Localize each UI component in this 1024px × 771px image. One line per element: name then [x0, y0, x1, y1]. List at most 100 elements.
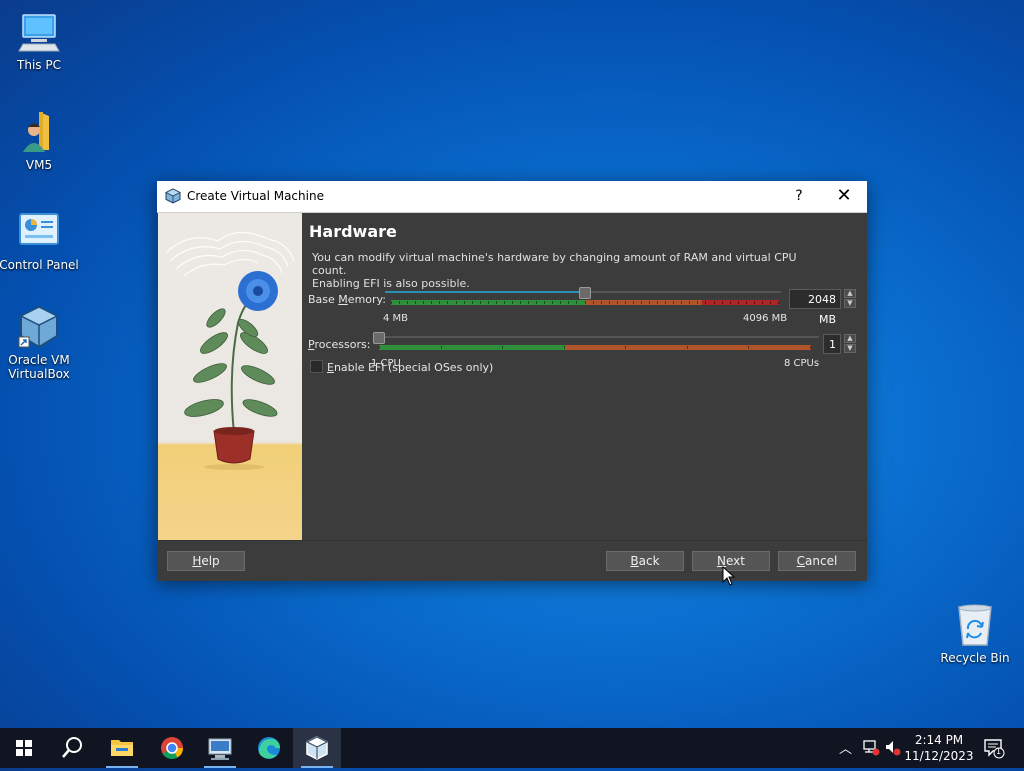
back-button[interactable]: Back [606, 551, 684, 571]
scale-tick [738, 301, 739, 304]
scale-tick [748, 346, 749, 349]
scale-tick [722, 301, 723, 304]
processors-slider-track[interactable] [373, 336, 819, 338]
computer-icon [17, 10, 61, 54]
recycle-bin-icon [953, 603, 997, 647]
scale-tick [439, 301, 440, 304]
scale-tick [810, 346, 811, 349]
dialog-titlebar[interactable]: Create Virtual Machine ? ✕ [157, 181, 867, 213]
enable-efi-checkbox[interactable] [310, 360, 323, 373]
processors-max-label: 8 CPUs [784, 358, 820, 369]
enable-efi-label[interactable]: Enable EFI (special OSes only) [327, 361, 493, 374]
scale-tick [778, 301, 779, 304]
scale-tick [705, 301, 706, 304]
scale-tick [512, 301, 513, 304]
taskbar-virtualbox[interactable] [293, 728, 341, 768]
notification-center-icon[interactable]: 1 [983, 737, 1005, 763]
flower-pot [213, 427, 255, 464]
scale-tick [593, 301, 594, 304]
scale-tick [609, 301, 610, 304]
scale-tick [625, 346, 626, 349]
desktop-icon-vm5[interactable]: VM5 [0, 110, 79, 172]
scale-tick [447, 301, 448, 304]
memory-slider-handle[interactable] [579, 287, 591, 299]
search-button[interactable] [48, 728, 96, 768]
clock-time: 2:14 PM [914, 733, 964, 747]
desktop-icon-control-panel[interactable]: Control Panel [0, 210, 79, 272]
scale-tick [657, 301, 658, 304]
scale-tick [697, 301, 698, 304]
memory-spin-arrows[interactable]: ▲ ▼ [844, 289, 856, 309]
scale-tick [488, 301, 489, 304]
scale-tick [407, 301, 408, 304]
desktop-icon-virtualbox[interactable]: Oracle VM VirtualBox [0, 305, 79, 381]
scale-tick [496, 301, 497, 304]
processors-slider-handle[interactable] [373, 332, 385, 344]
chevron-up-icon[interactable]: ︿ [839, 738, 852, 757]
scale-tick [472, 301, 473, 304]
wizard-illustration [158, 213, 302, 540]
scale-tick [714, 301, 715, 304]
scale-tick [649, 301, 650, 304]
memory-min-label: 4 MB [383, 313, 409, 324]
dialog-title: Create Virtual Machine [187, 189, 324, 203]
remote-desktop-icon [208, 738, 232, 760]
control-panel-icon [17, 210, 61, 254]
processors-scale-bar [379, 345, 811, 350]
scale-tick [544, 301, 545, 304]
chevron-down-icon[interactable]: ▼ [844, 344, 856, 353]
taskbar-edge[interactable] [245, 728, 293, 768]
desktop-icon-recycle-bin[interactable]: Recycle Bin [935, 603, 1015, 665]
memory-spinbox[interactable]: 2048 MB [789, 289, 841, 326]
windows-start-icon [16, 740, 32, 756]
scale-tick [665, 301, 666, 304]
scale-tick [399, 301, 400, 304]
virtualbox-icon [165, 188, 181, 204]
file-explorer-icon [111, 740, 133, 756]
volume-muted-icon[interactable] [884, 738, 902, 760]
taskbar-remote-desktop[interactable] [196, 728, 244, 768]
blue-flower [238, 271, 278, 311]
scale-tick [617, 301, 618, 304]
chevron-up-icon[interactable]: ▲ [844, 334, 856, 343]
scale-tick [431, 301, 432, 304]
page-title: Hardware [309, 222, 397, 241]
cancel-button[interactable]: Cancel [778, 551, 856, 571]
chevron-down-icon[interactable]: ▼ [844, 299, 856, 308]
scale-tick [520, 301, 521, 304]
system-clock[interactable]: 2:14 PM 11/12/2023 [902, 732, 976, 764]
help-button[interactable]: Help [167, 551, 245, 571]
help-question-icon[interactable]: ? [791, 185, 807, 207]
scale-tick [536, 301, 537, 304]
desktop-icon-label: Oracle VM VirtualBox [8, 353, 70, 381]
taskbar-file-explorer[interactable] [98, 728, 146, 768]
processors-spin-arrows[interactable]: ▲ ▼ [844, 334, 856, 354]
processors-spinbox[interactable]: 1 [823, 334, 841, 354]
close-icon[interactable]: ✕ [829, 183, 859, 209]
description-line: You can modify virtual machine's hardwar… [312, 251, 797, 277]
chrome-icon [161, 737, 183, 759]
scale-tick [391, 301, 392, 304]
network-disconnected-icon[interactable] [862, 738, 880, 760]
plant-leaves [184, 308, 278, 417]
chevron-up-icon[interactable]: ▲ [844, 289, 856, 298]
scale-tick [746, 301, 747, 304]
desktop-icon-label: VM5 [25, 158, 53, 172]
user-folder-icon [17, 110, 61, 154]
scale-tick [576, 301, 577, 304]
scale-tick [415, 301, 416, 304]
desktop-icon-this-pc[interactable]: This PC [0, 10, 79, 72]
scale-tick [568, 301, 569, 304]
scale-tick [552, 301, 553, 304]
scale-tick [528, 301, 529, 304]
cloud-doodle [165, 231, 295, 277]
taskbar: ︿ 2:14 PM 11/12/2023 1 [0, 728, 1024, 768]
desktop-icon-label: This PC [17, 58, 61, 72]
scale-tick [673, 301, 674, 304]
start-button[interactable] [0, 728, 48, 768]
create-vm-dialog: Create Virtual Machine ? ✕ Hardware You … [157, 181, 867, 581]
taskbar-chrome[interactable] [148, 728, 196, 768]
edge-icon [258, 737, 280, 759]
scale-tick [564, 346, 565, 349]
search-icon [62, 737, 82, 758]
